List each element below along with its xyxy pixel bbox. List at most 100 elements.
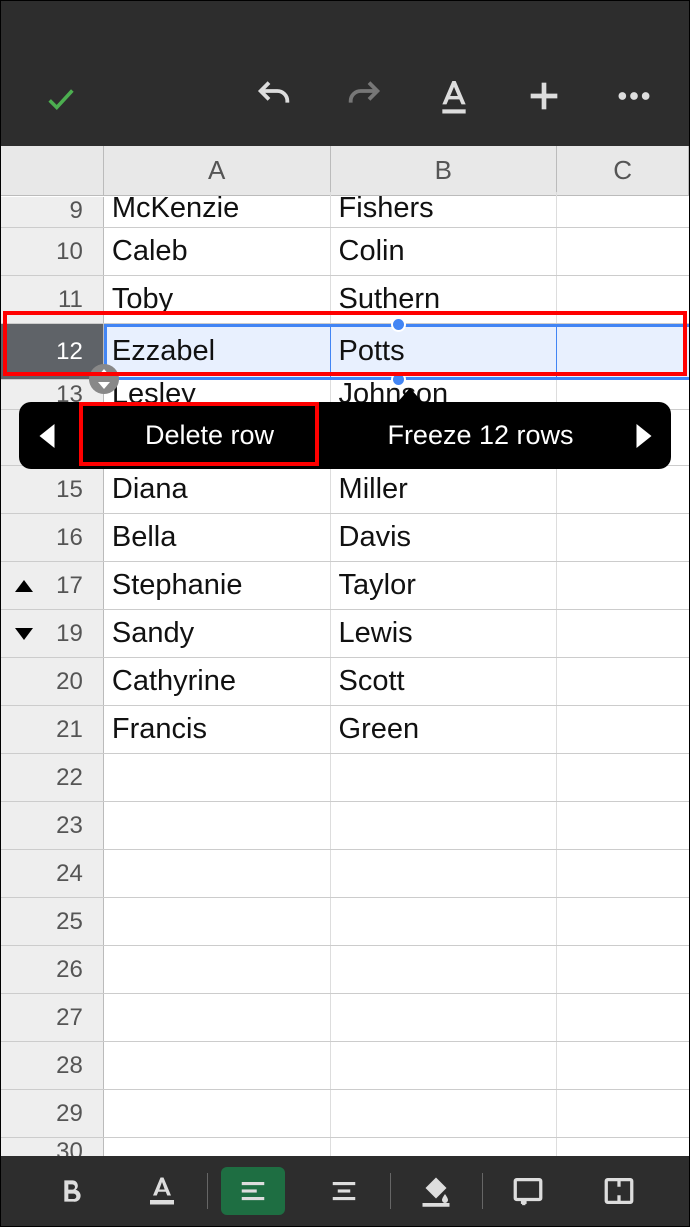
cell[interactable]: Fishers — [331, 192, 558, 227]
table-row[interactable]: 23 — [1, 802, 689, 850]
group-collapse-up-icon[interactable] — [15, 580, 33, 592]
cell[interactable] — [557, 324, 689, 379]
cell[interactable]: Scott — [331, 658, 558, 705]
cell[interactable] — [557, 228, 689, 275]
cell[interactable]: Green — [331, 706, 558, 753]
menu-prev-icon[interactable] — [19, 424, 74, 448]
text-format-icon[interactable] — [434, 76, 474, 116]
cell[interactable] — [557, 610, 689, 657]
cell[interactable] — [331, 898, 558, 945]
align-center-button[interactable] — [299, 1166, 390, 1216]
cell[interactable] — [331, 994, 558, 1041]
cell[interactable]: Cathyrine — [104, 658, 331, 705]
row-number[interactable]: 27 — [1, 994, 104, 1041]
cell[interactable] — [104, 850, 331, 897]
table-row[interactable]: 16 Bella Davis — [1, 514, 689, 562]
cell[interactable]: Suthern — [331, 276, 558, 323]
select-all-corner[interactable] — [1, 146, 104, 195]
add-icon[interactable] — [524, 76, 564, 116]
row-number[interactable]: 23 — [1, 802, 104, 849]
cell[interactable] — [331, 802, 558, 849]
row-number[interactable]: 9 — [1, 197, 104, 227]
cell[interactable]: Miller — [331, 466, 558, 513]
cell[interactable]: Colin — [331, 228, 558, 275]
table-row[interactable]: 24 — [1, 850, 689, 898]
cell[interactable]: Francis — [104, 706, 331, 753]
table-row[interactable]: 21 Francis Green — [1, 706, 689, 754]
cell[interactable] — [557, 225, 689, 227]
selection-handle-icon[interactable] — [391, 372, 406, 387]
cell[interactable] — [104, 994, 331, 1041]
table-row-selected[interactable]: 12 Ezzabel Potts — [1, 324, 689, 380]
table-row[interactable]: 11 Toby Suthern — [1, 276, 689, 324]
cell[interactable]: McKenzie — [104, 192, 331, 227]
cell[interactable] — [557, 754, 689, 801]
row-number[interactable]: 17 — [1, 562, 104, 609]
cell[interactable] — [104, 946, 331, 993]
cell[interactable] — [331, 754, 558, 801]
group-expand-down-icon[interactable] — [15, 628, 33, 640]
cell[interactable]: Potts — [331, 324, 558, 379]
menu-next-icon[interactable] — [616, 424, 671, 448]
table-row[interactable]: 27 — [1, 994, 689, 1042]
cell[interactable] — [557, 514, 689, 561]
row-number[interactable]: 29 — [1, 1090, 104, 1137]
cell[interactable] — [104, 1090, 331, 1137]
row-number[interactable]: 15 — [1, 466, 104, 513]
align-left-button[interactable] — [208, 1166, 299, 1216]
cell[interactable] — [557, 562, 689, 609]
row-resize-handle-icon[interactable] — [89, 364, 119, 394]
table-row[interactable]: 28 — [1, 1042, 689, 1090]
cell[interactable] — [557, 946, 689, 993]
text-color-button[interactable] — [116, 1166, 207, 1216]
cell[interactable] — [557, 658, 689, 705]
cell[interactable] — [557, 994, 689, 1041]
cell[interactable] — [557, 1042, 689, 1089]
cell[interactable] — [557, 706, 689, 753]
row-number[interactable]: 10 — [1, 228, 104, 275]
cell[interactable] — [331, 946, 558, 993]
column-header-c[interactable]: C — [557, 146, 689, 195]
cell[interactable] — [331, 1090, 558, 1137]
cell[interactable] — [331, 850, 558, 897]
table-row[interactable]: 9 McKenzie Fishers — [1, 196, 689, 228]
cell[interactable]: Toby — [104, 276, 331, 323]
cell[interactable] — [557, 276, 689, 323]
row-number[interactable]: 26 — [1, 946, 104, 993]
table-row[interactable]: 20 Cathyrine Scott — [1, 658, 689, 706]
cell[interactable] — [557, 802, 689, 849]
table-row[interactable]: 17 Stephanie Taylor — [1, 562, 689, 610]
table-row[interactable]: 29 — [1, 1090, 689, 1138]
bold-button[interactable] — [25, 1166, 116, 1216]
table-row[interactable]: 22 — [1, 754, 689, 802]
cell[interactable]: Taylor — [331, 562, 558, 609]
cell[interactable] — [557, 1090, 689, 1137]
row-number[interactable]: 20 — [1, 658, 104, 705]
table-row[interactable]: 25 — [1, 898, 689, 946]
cell[interactable]: Bella — [104, 514, 331, 561]
cell[interactable] — [104, 802, 331, 849]
freeze-rows-button[interactable]: Freeze 12 rows — [345, 420, 616, 451]
table-row[interactable]: 10 Caleb Colin — [1, 228, 689, 276]
column-header-a[interactable]: A — [104, 146, 331, 195]
table-row[interactable]: 26 — [1, 946, 689, 994]
cell[interactable]: Sandy — [104, 610, 331, 657]
undo-icon[interactable] — [254, 76, 294, 116]
cell[interactable]: Ezzabel — [104, 324, 331, 379]
cell[interactable]: Stephanie — [104, 562, 331, 609]
spreadsheet[interactable]: A B C 9 McKenzie Fishers 10 Caleb Colin … — [1, 146, 689, 1166]
cell[interactable] — [557, 466, 689, 513]
table-row[interactable]: 15 Diana Miller — [1, 466, 689, 514]
row-number[interactable]: 21 — [1, 706, 104, 753]
cell[interactable] — [557, 850, 689, 897]
row-number[interactable]: 11 — [1, 276, 104, 323]
row-number[interactable]: 12 — [1, 324, 104, 379]
cell[interactable] — [104, 898, 331, 945]
more-icon[interactable] — [614, 76, 654, 116]
merge-cells-button[interactable] — [574, 1166, 665, 1216]
cell[interactable]: Davis — [331, 514, 558, 561]
row-number[interactable]: 28 — [1, 1042, 104, 1089]
row-number[interactable]: 24 — [1, 850, 104, 897]
cell[interactable]: Lewis — [331, 610, 558, 657]
row-number[interactable]: 25 — [1, 898, 104, 945]
